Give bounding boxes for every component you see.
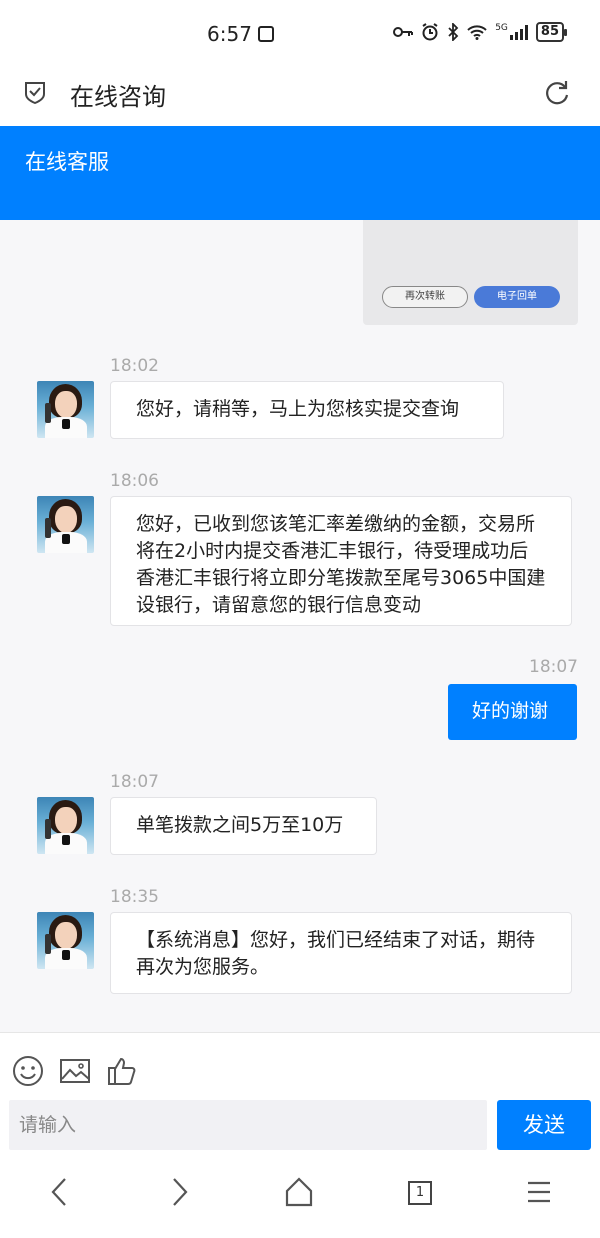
refresh-icon[interactable]: [544, 79, 570, 105]
wifi-icon: [467, 25, 487, 40]
message-input[interactable]: [9, 1100, 487, 1150]
battery-icon: 85: [535, 22, 568, 42]
message-time: 18:06: [110, 471, 159, 491]
media-notification-icon: [257, 26, 274, 42]
image-icon[interactable]: [59, 1055, 91, 1087]
thumbs-up-icon[interactable]: [106, 1055, 138, 1087]
status-bar: 6:57 5G 85: [0, 0, 600, 68]
agent-avatar: [37, 797, 94, 854]
transfer-again-button: 再次转账: [382, 286, 468, 308]
message-time: 18:35: [110, 887, 159, 907]
emoji-icon[interactable]: [12, 1055, 44, 1087]
message-bubble: 【系统消息】您好，我们已经结束了对话，期待再次为您服务。: [110, 912, 572, 994]
alarm-icon: [422, 23, 438, 41]
agent-avatar: [37, 912, 94, 969]
bluetooth-icon: [448, 23, 459, 41]
page-title: 在线咨询: [70, 83, 166, 111]
message-bubble: 您好，请稍等，马上为您核实提交查询: [110, 381, 504, 439]
service-banner: 在线客服: [0, 126, 600, 220]
transfer-receipt-image[interactable]: 再次转账 电子回单: [363, 220, 578, 325]
message-composer: 发送: [0, 1032, 600, 1156]
tabs-button[interactable]: 1: [399, 1172, 439, 1212]
message-bubble: 您好，已收到您该笔汇率差缴纳的金额，交易所将在2小时内提交香港汇丰银行，待受理成…: [110, 496, 572, 626]
user-message-bubble: 好的谢谢: [448, 684, 577, 740]
message-time: 18:02: [110, 356, 159, 376]
chat-messages[interactable]: 再次转账 电子回单 18:02 您好，请稍等，马上为您核实提交查询 18:06 …: [0, 220, 600, 1032]
banner-title: 在线客服: [25, 150, 109, 174]
status-clock: 6:57: [207, 22, 274, 46]
message-bubble: 单笔拨款之间5万至10万: [110, 797, 377, 855]
signal-icon: [509, 24, 528, 40]
app-title-bar: 在线咨询: [0, 68, 600, 126]
back-icon[interactable]: [40, 1172, 80, 1212]
status-icons: 5G 85: [393, 22, 568, 42]
menu-icon[interactable]: [519, 1172, 559, 1212]
forward-icon[interactable]: [159, 1172, 199, 1212]
key-icon: [393, 27, 414, 37]
network-type: 5G: [495, 23, 508, 33]
agent-avatar: [37, 381, 94, 438]
clock-time: 6:57: [207, 22, 252, 46]
e-receipt-button: 电子回单: [474, 286, 560, 308]
message-time: 18:07: [110, 772, 159, 792]
send-button[interactable]: 发送: [497, 1100, 591, 1150]
shield-check-icon[interactable]: [24, 80, 46, 104]
tab-count: 1: [408, 1181, 432, 1205]
message-time: 18:07: [529, 657, 578, 677]
home-icon[interactable]: [279, 1172, 319, 1212]
browser-nav-bar: 1: [0, 1156, 600, 1238]
agent-avatar: [37, 496, 94, 553]
